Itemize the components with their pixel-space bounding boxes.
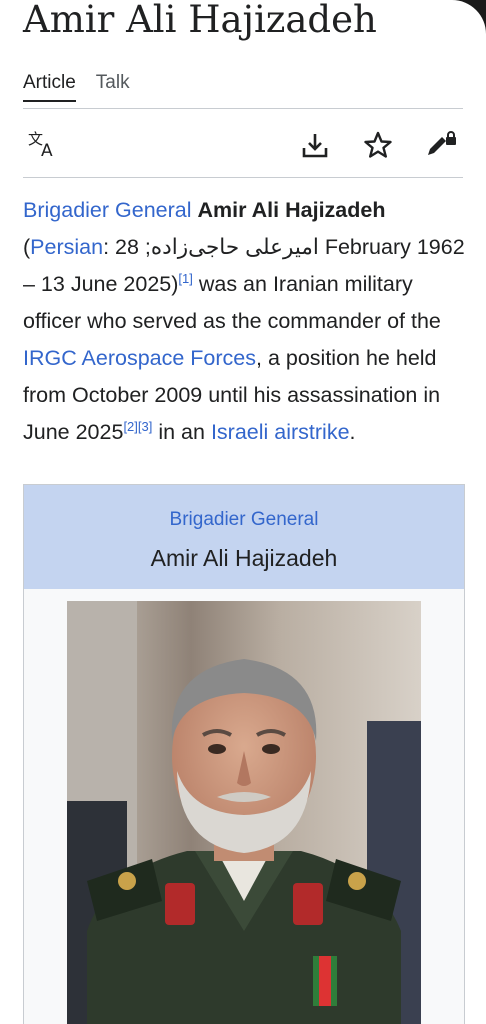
lead-text-3: in an <box>152 420 211 444</box>
portrait-photo[interactable] <box>67 601 421 1024</box>
edit-lock-icon[interactable] <box>424 128 458 162</box>
translate-icon[interactable]: 文 A <box>27 128 61 162</box>
toolbar-divider <box>23 177 463 178</box>
persian-link[interactable]: Persian <box>30 235 103 259</box>
svg-text:A: A <box>41 141 53 160</box>
page-title: Amir Ali Hajizadeh <box>23 0 377 41</box>
star-icon[interactable] <box>361 128 395 162</box>
tab-talk[interactable]: Talk <box>96 72 130 102</box>
rank-link[interactable]: Brigadier General <box>23 198 192 222</box>
infobox: Brigadier General Amir Ali Hajizadeh <box>23 484 465 1024</box>
irgc-aerospace-link[interactable]: IRGC Aerospace Forces <box>23 346 256 370</box>
infobox-rank-link[interactable]: Brigadier General <box>24 485 464 531</box>
infobox-header: Brigadier General Amir Ali Hajizadeh <box>24 485 464 589</box>
reference-1[interactable]: [1] <box>178 271 192 286</box>
tabs-divider <box>23 108 463 109</box>
lead-period: . <box>349 420 356 444</box>
lead-paragraph: Brigadier General Amir Ali Hajizadeh (Pe… <box>23 192 471 451</box>
infobox-title: Amir Ali Hajizadeh <box>150 545 338 571</box>
page-tabs: Article Talk <box>23 72 130 102</box>
airstrike-link[interactable]: Israeli airstrike <box>211 420 350 444</box>
reference-3[interactable]: [3] <box>138 419 152 434</box>
download-icon[interactable] <box>298 128 332 162</box>
subject-name: Amir Ali Hajizadeh <box>197 198 386 222</box>
reference-2[interactable]: [2] <box>123 419 137 434</box>
tab-article[interactable]: Article <box>23 72 76 102</box>
article-page: Amir Ali Hajizadeh Article Talk 文 A Brig… <box>0 0 486 1024</box>
